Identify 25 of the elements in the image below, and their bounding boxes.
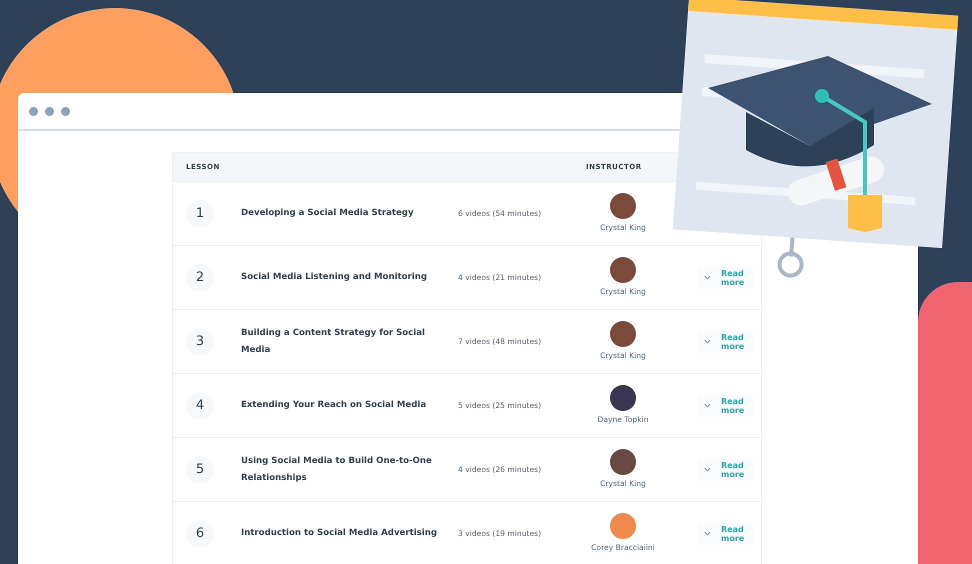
chevron-down-icon — [704, 467, 711, 472]
chevron-down-icon — [704, 339, 711, 344]
read-more-button[interactable]: Read more — [698, 458, 753, 480]
window-dot — [61, 106, 70, 116]
chevron-down-icon — [704, 275, 711, 280]
lesson-title: Developing a Social Media Strategy — [241, 207, 415, 220]
read-more-button[interactable]: Read more — [698, 266, 753, 288]
read-more-button[interactable]: Read more — [698, 394, 753, 416]
lesson-number: 4 — [186, 392, 214, 420]
lesson-number: 2 — [186, 264, 214, 292]
lesson-title: Extending Your Reach on Social Media — [241, 399, 428, 412]
lesson-number: 6 — [186, 520, 214, 548]
chevron-down-icon — [704, 531, 711, 536]
window-dot — [29, 106, 38, 116]
lesson-number: 5 — [186, 456, 214, 484]
lesson-number: 1 — [186, 200, 214, 228]
read-more-button[interactable]: Read more — [698, 330, 753, 352]
chevron-down-icon — [704, 403, 711, 408]
lesson-title: Introduction to Social Media Advertising — [241, 527, 438, 540]
lesson-title: Using Social Media to Build One-to-One Relationships — [241, 454, 433, 484]
read-more-button[interactable]: Read more — [698, 522, 753, 544]
window-dot — [45, 106, 54, 116]
lesson-title: Social Media Listening and Monitoring — [241, 271, 428, 284]
lesson-title: Building a Content Strategy for Social Media — [241, 326, 426, 356]
lesson-number: 3 — [186, 328, 214, 356]
